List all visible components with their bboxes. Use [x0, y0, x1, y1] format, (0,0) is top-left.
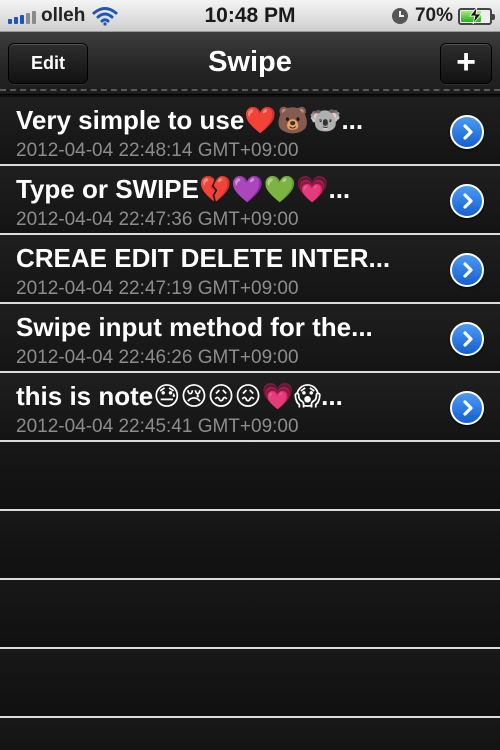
note-title: Type or SWIPE💔💜💚💗...	[16, 174, 351, 204]
list-item[interactable]: Swipe input method for the... 2012-04-04…	[0, 304, 500, 373]
notes-list: Very simple to use❤️🐻🐨... 2012-04-04 22:…	[0, 97, 500, 750]
list-item[interactable]: Very simple to use❤️🐻🐨... 2012-04-04 22:…	[0, 97, 500, 166]
note-title: Very simple to use❤️🐻🐨...	[16, 105, 364, 135]
disclosure-arrow-icon[interactable]	[450, 322, 484, 356]
note-title: Swipe input method for the...	[16, 312, 373, 342]
empty-row	[0, 580, 500, 649]
note-date: 2012-04-04 22:48:14 GMT+09:00	[16, 140, 299, 161]
navigation-bar: Edit Swipe +	[0, 32, 500, 95]
notes-screen: olleh 10:48 PM 70% Edit Swipe + Very sim…	[0, 0, 500, 750]
note-date: 2012-04-04 22:46:26 GMT+09:00	[16, 347, 299, 368]
note-date: 2012-04-04 22:47:36 GMT+09:00	[16, 209, 299, 230]
page-title: Swipe	[208, 46, 292, 78]
status-bar: olleh 10:48 PM 70%	[0, 0, 500, 32]
clock-icon	[391, 8, 408, 24]
disclosure-arrow-icon[interactable]	[450, 184, 484, 218]
empty-row	[0, 718, 500, 750]
empty-row	[0, 442, 500, 511]
charging-icon	[469, 6, 482, 24]
add-note-button[interactable]: +	[440, 43, 492, 84]
disclosure-arrow-icon[interactable]	[450, 253, 484, 287]
battery-icon	[458, 6, 495, 25]
note-title: this is note😓😢😖😖💗😱...	[16, 381, 343, 411]
list-item[interactable]: Type or SWIPE💔💜💚💗... 2012-04-04 22:47:36…	[0, 166, 500, 235]
note-title: CREAE EDIT DELETE INTER...	[16, 243, 391, 273]
note-date: 2012-04-04 22:45:41 GMT+09:00	[16, 416, 299, 437]
status-right: 70%	[391, 5, 495, 27]
note-date: 2012-04-04 22:47:19 GMT+09:00	[16, 278, 299, 299]
empty-row	[0, 649, 500, 718]
list-item[interactable]: CREAE EDIT DELETE INTER... 2012-04-04 22…	[0, 235, 500, 304]
battery-percent: 70%	[414, 5, 453, 26]
disclosure-arrow-icon[interactable]	[450, 115, 484, 149]
list-item[interactable]: this is note😓😢😖😖💗😱... 2012-04-04 22:45:4…	[0, 373, 500, 442]
empty-row	[0, 511, 500, 580]
disclosure-arrow-icon[interactable]	[450, 391, 484, 425]
